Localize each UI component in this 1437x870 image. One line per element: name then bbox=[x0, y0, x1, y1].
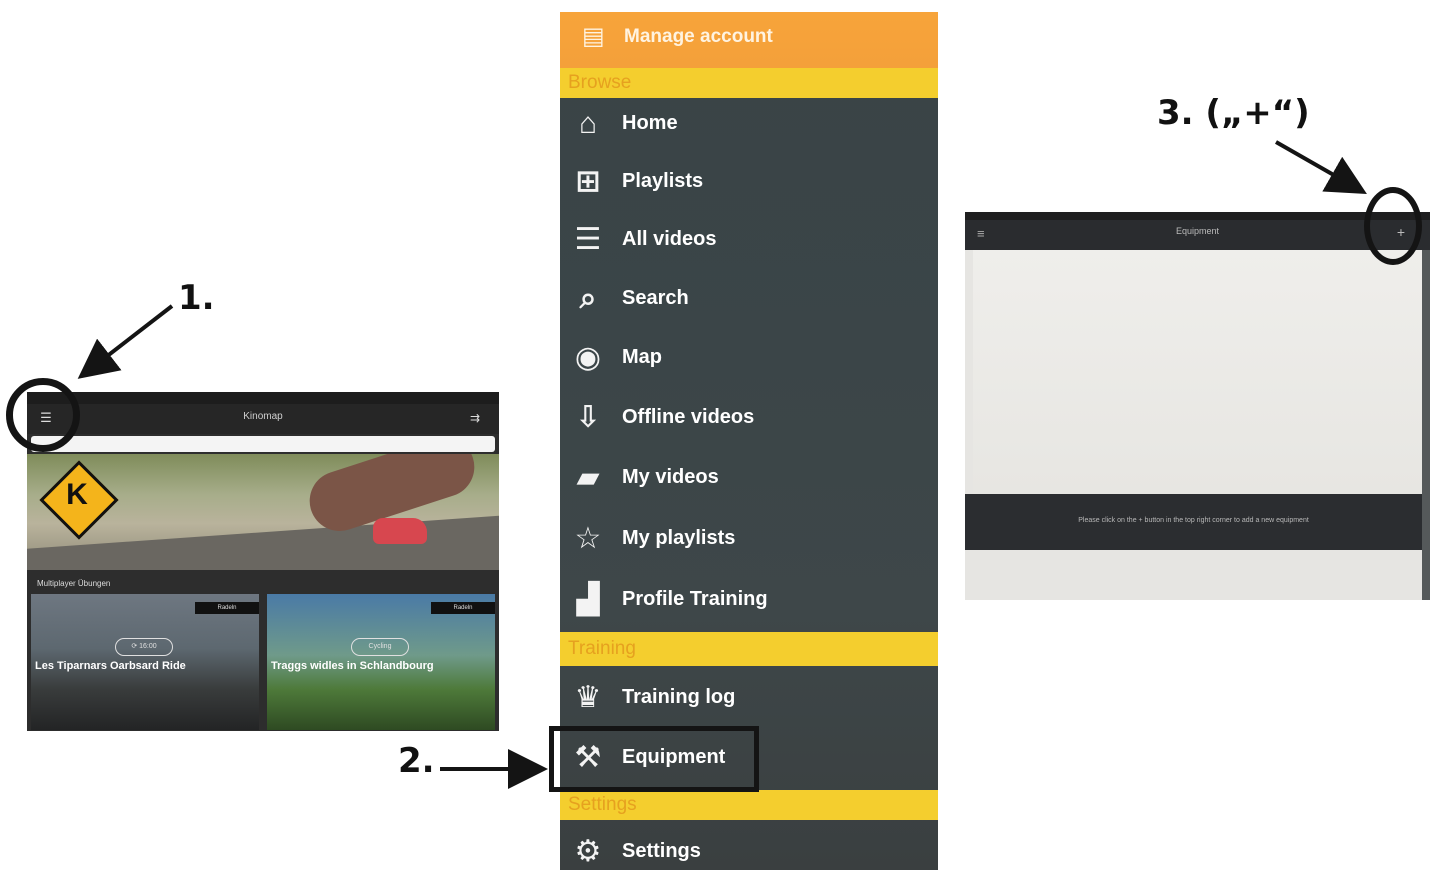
menu-item-label: All videos bbox=[622, 228, 717, 250]
highlight-circle-menu bbox=[6, 378, 80, 452]
home-icon: ⌂ bbox=[578, 107, 598, 140]
cast-icon[interactable]: ⇉ bbox=[463, 409, 487, 427]
menu-item-all-videos[interactable]: ☰ All videos bbox=[568, 218, 928, 264]
screen-home: ☰ Kinomap ⇉ K Multiplayer Übungen Radeln… bbox=[27, 392, 499, 731]
menu-item-label: My videos bbox=[622, 466, 719, 488]
menu-item-label: Map bbox=[622, 346, 662, 368]
status-bar bbox=[965, 212, 1430, 220]
menu-item-label: My playlists bbox=[622, 527, 736, 549]
bar-chart-icon: ▟ bbox=[576, 583, 600, 616]
card-badge: Radeln bbox=[431, 602, 495, 614]
arrow-1 bbox=[77, 304, 174, 379]
menu-item-training-log[interactable]: ♛ Training log bbox=[568, 676, 928, 722]
card-pill: Cycling bbox=[351, 638, 409, 656]
hero-shoe bbox=[373, 518, 427, 544]
section-label: Multiplayer Übungen bbox=[37, 579, 111, 588]
search-input[interactable] bbox=[31, 436, 495, 452]
section-browse: Browse bbox=[560, 68, 938, 98]
manage-account-label: Manage account bbox=[624, 26, 773, 47]
menu-item-label: Settings bbox=[622, 840, 701, 862]
card-title: Traggs widles in Schlandbourg bbox=[271, 660, 434, 672]
menu-item-label: Home bbox=[622, 112, 678, 134]
menu-item-label: Search bbox=[622, 287, 689, 309]
kinomap-logo-letter: K bbox=[66, 478, 88, 511]
video-card[interactable]: Radeln Cycling Traggs widles in Schlandb… bbox=[267, 594, 495, 730]
device-edge bbox=[1422, 250, 1430, 600]
grid-icon: ⊞ bbox=[575, 165, 601, 198]
hero-banner[interactable]: K bbox=[27, 454, 499, 570]
list-icon: ☰ bbox=[574, 223, 602, 256]
menu-item-label: Profile Training bbox=[622, 588, 768, 610]
menu-item-label: Playlists bbox=[622, 170, 704, 192]
menu-item-search[interactable]: ⌕ Search bbox=[568, 277, 928, 323]
video-camera-icon: ▰ bbox=[576, 461, 600, 494]
menu-item-label: Offline videos bbox=[622, 406, 755, 428]
search-icon: ⌕ bbox=[579, 282, 597, 315]
gears-icon: ⚙ bbox=[574, 835, 602, 868]
menu-item-my-playlists[interactable]: ☆ My playlists bbox=[568, 517, 928, 563]
star-icon: ☆ bbox=[574, 522, 602, 555]
hint-text: Please click on the + button in the top … bbox=[1078, 517, 1309, 524]
menu-item-profile-training[interactable]: ▟ Profile Training bbox=[568, 578, 928, 624]
app-title: Kinomap bbox=[243, 411, 283, 422]
menu-item-home[interactable]: ⌂ Home bbox=[568, 102, 928, 148]
section-settings: Settings bbox=[560, 790, 938, 820]
card-title: Les Tiparnars Oarbsard Ride bbox=[35, 660, 186, 672]
hero-road bbox=[27, 512, 499, 570]
menu-item-my-videos[interactable]: ▰ My videos bbox=[568, 456, 928, 502]
globe-icon: ◉ bbox=[574, 341, 602, 374]
arrow-3 bbox=[1275, 140, 1367, 194]
section-training: Training bbox=[560, 632, 938, 666]
card-badge: Radeln bbox=[195, 602, 259, 614]
highlight-box-equipment bbox=[549, 726, 759, 792]
download-box-icon: ⇩ bbox=[575, 401, 601, 434]
highlight-circle-plus bbox=[1364, 187, 1422, 265]
screen-equipment: ≡ Equipment + Please click on the + butt… bbox=[965, 212, 1430, 600]
trophy-icon: ♛ bbox=[574, 681, 602, 714]
page-title: Equipment bbox=[1175, 226, 1220, 236]
menu-item-label: Training log bbox=[622, 686, 736, 708]
status-bar bbox=[27, 392, 499, 404]
menu-item-map[interactable]: ◉ Map bbox=[568, 336, 928, 382]
video-card[interactable]: Radeln ⟳ 16:00 Les Tiparnars Oarbsard Ri… bbox=[31, 594, 259, 730]
menu-item-offline-videos[interactable]: ⇩ Offline videos bbox=[568, 396, 928, 442]
menu-item-settings[interactable]: ⚙ Settings bbox=[568, 830, 928, 870]
menu-item-playlists[interactable]: ⊞ Playlists bbox=[568, 160, 928, 206]
account-icon: ▤ bbox=[582, 23, 605, 50]
equipment-list bbox=[973, 250, 1422, 494]
card-pill: ⟳ 16:00 bbox=[115, 638, 173, 656]
